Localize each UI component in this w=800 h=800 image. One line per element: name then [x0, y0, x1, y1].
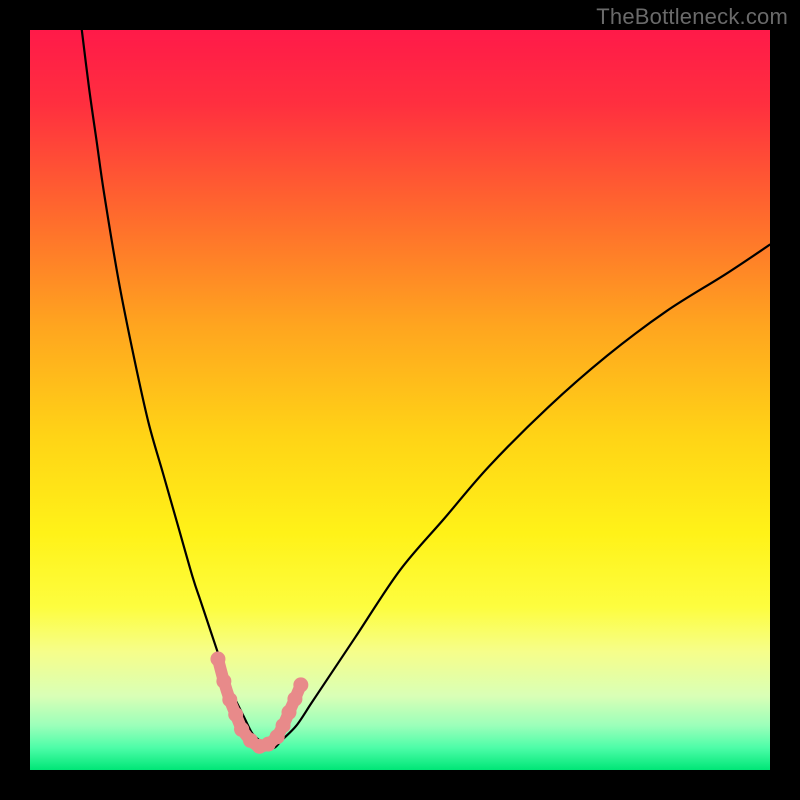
- overlay-dot: [216, 674, 231, 689]
- chart-svg: [30, 30, 770, 770]
- overlay-dot: [282, 705, 297, 720]
- chart-frame: TheBottleneck.com: [0, 0, 800, 800]
- overlay-dot: [293, 677, 308, 692]
- chart-background: [30, 30, 770, 770]
- overlay-dot: [210, 652, 225, 667]
- overlay-dot: [228, 707, 243, 722]
- plot-area: [30, 30, 770, 770]
- overlay-dot: [222, 692, 237, 707]
- overlay-dot: [287, 691, 302, 706]
- watermark-text: TheBottleneck.com: [596, 4, 788, 30]
- overlay-dot: [276, 718, 291, 733]
